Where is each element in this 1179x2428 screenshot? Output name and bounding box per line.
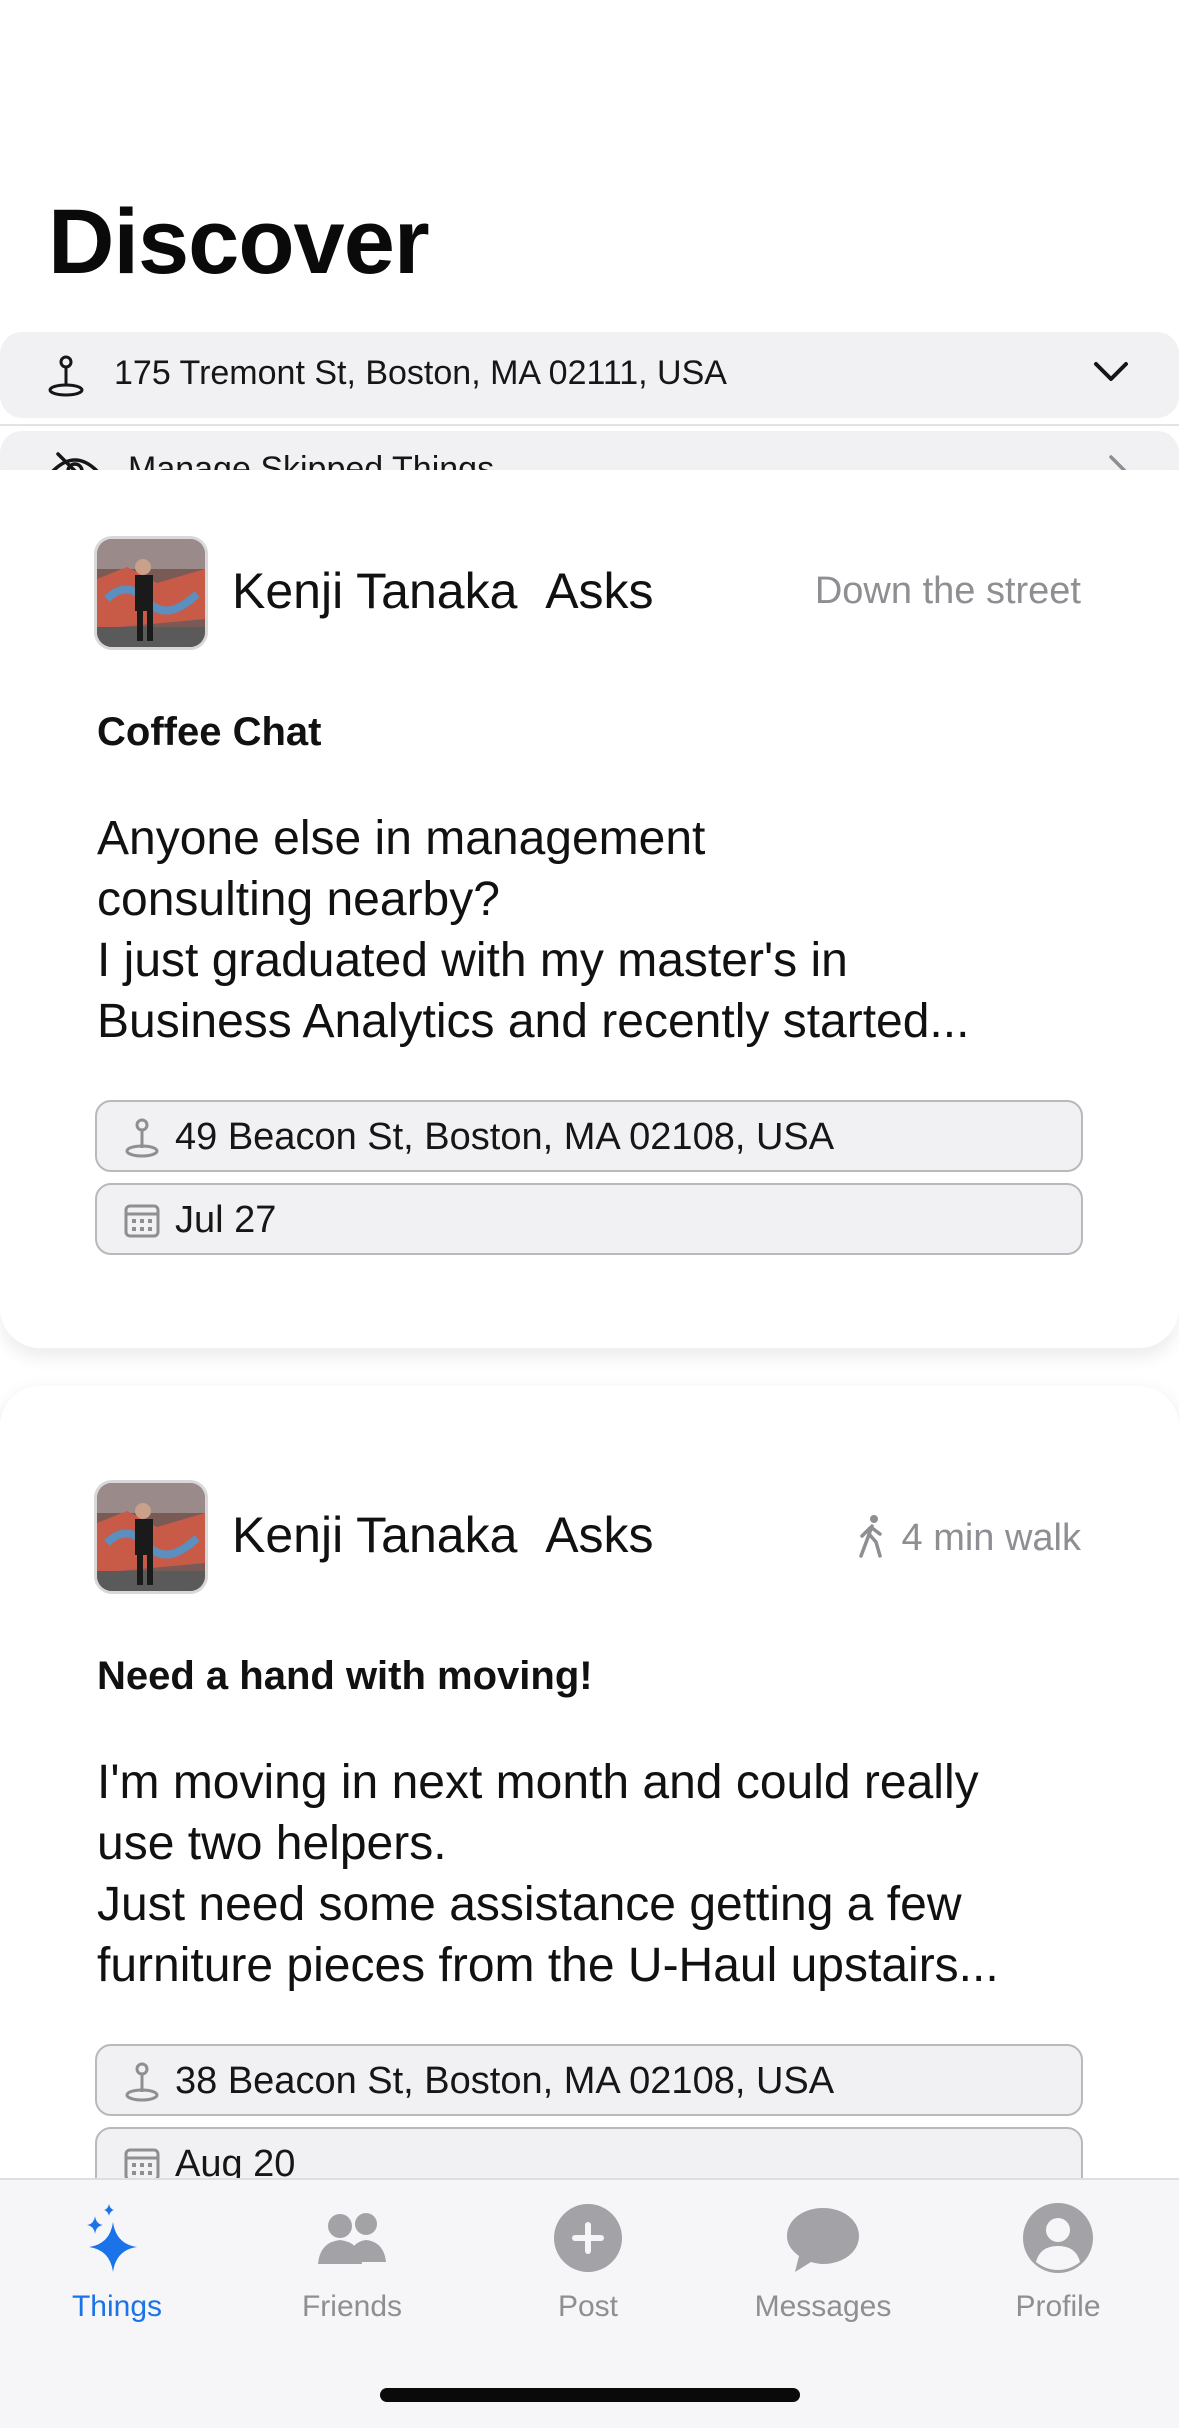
post-distance: Down the street (815, 570, 1081, 613)
location-pin-icon (48, 355, 84, 397)
post-distance: 4 min walk (854, 1514, 1082, 1560)
post-body-line: I just graduated with my master's in (97, 934, 848, 987)
distance-label: 4 min walk (901, 1517, 1082, 1559)
tab-things[interactable]: Things (17, 2200, 217, 2324)
tab-post[interactable]: Post (488, 2200, 688, 2324)
avatar[interactable] (94, 536, 208, 650)
location-pin-icon (125, 1118, 159, 1158)
post-address-pill[interactable]: 38 Beacon St, Boston, MA 02108, USA (95, 2044, 1083, 2116)
post-body-line: I'm moving in next month and could reall… (97, 1756, 979, 1809)
post-body-line: Business Analytics and recently started.… (97, 995, 970, 1048)
post-address: 49 Beacon St, Boston, MA 02108, USA (175, 1116, 835, 1158)
sparkles-icon (87, 2204, 137, 2272)
post-card[interactable]: Kenji Tanaka Asks 4 min walk Need a hand… (0, 1386, 1179, 2286)
post-address: 38 Beacon St, Boston, MA 02108, USA (175, 2060, 835, 2102)
post-body-line: Just need some assistance getting a few (97, 1878, 962, 1931)
post-category: Need a hand with moving! (97, 1654, 593, 1698)
divider (0, 424, 1179, 426)
location-pin-icon (125, 2062, 159, 2102)
tab-label: Friends (301, 2290, 403, 2323)
post-body-line: use two helpers. (97, 1817, 447, 1870)
page-title: Discover (48, 191, 430, 293)
post-author-line: Kenji Tanaka Asks (232, 562, 654, 620)
post-verb: Asks (545, 1507, 654, 1563)
chevron-down-icon (1094, 362, 1128, 381)
home-indicator[interactable] (380, 2388, 800, 2402)
post-author-name: Kenji Tanaka (232, 1507, 518, 1563)
plus-circle-icon (554, 2204, 622, 2272)
tab-label: Things (71, 2290, 163, 2323)
post-card[interactable]: Kenji Tanaka Asks Down the street Coffee… (0, 470, 1179, 1348)
tab-messages[interactable]: Messages (723, 2200, 923, 2324)
post-address-pill[interactable]: 49 Beacon St, Boston, MA 02108, USA (95, 1100, 1083, 1172)
post-date: Jul 27 (175, 1199, 277, 1241)
people-icon (318, 2213, 386, 2264)
post-category: Coffee Chat (97, 710, 322, 754)
tab-label: Profile (1015, 2290, 1101, 2323)
post-author-name: Kenji Tanaka (232, 563, 518, 619)
location-selector[interactable]: 175 Tremont St, Boston, MA 02111, USA (0, 332, 1179, 418)
tab-friends[interactable]: Friends (252, 2200, 452, 2324)
distance-label: Down the street (814, 570, 1081, 612)
post-body-line: consulting nearby? (97, 873, 500, 926)
tab-label: Post (557, 2290, 619, 2323)
post-author-line: Kenji Tanaka Asks (232, 1506, 654, 1564)
post-body-line: furniture pieces from the U-Haul upstair… (97, 1939, 999, 1992)
post-verb: Asks (545, 563, 654, 619)
tab-profile[interactable]: Profile (958, 2200, 1158, 2324)
post-body-line: Anyone else in management (97, 812, 706, 865)
tab-label: Messages (754, 2290, 892, 2323)
post-date-pill[interactable]: Jul 27 (95, 1183, 1083, 1255)
post-body: Anyone else in management consulting nea… (97, 808, 1097, 1052)
walking-person-icon (858, 1515, 882, 1558)
calendar-icon (124, 1204, 160, 1238)
avatar[interactable] (94, 1480, 208, 1594)
location-address: 175 Tremont St, Boston, MA 02111, USA (114, 354, 727, 392)
person-circle-icon (1023, 2203, 1093, 2273)
chat-bubble-icon (787, 2208, 859, 2272)
post-body: I'm moving in next month and could reall… (97, 1752, 1097, 1996)
